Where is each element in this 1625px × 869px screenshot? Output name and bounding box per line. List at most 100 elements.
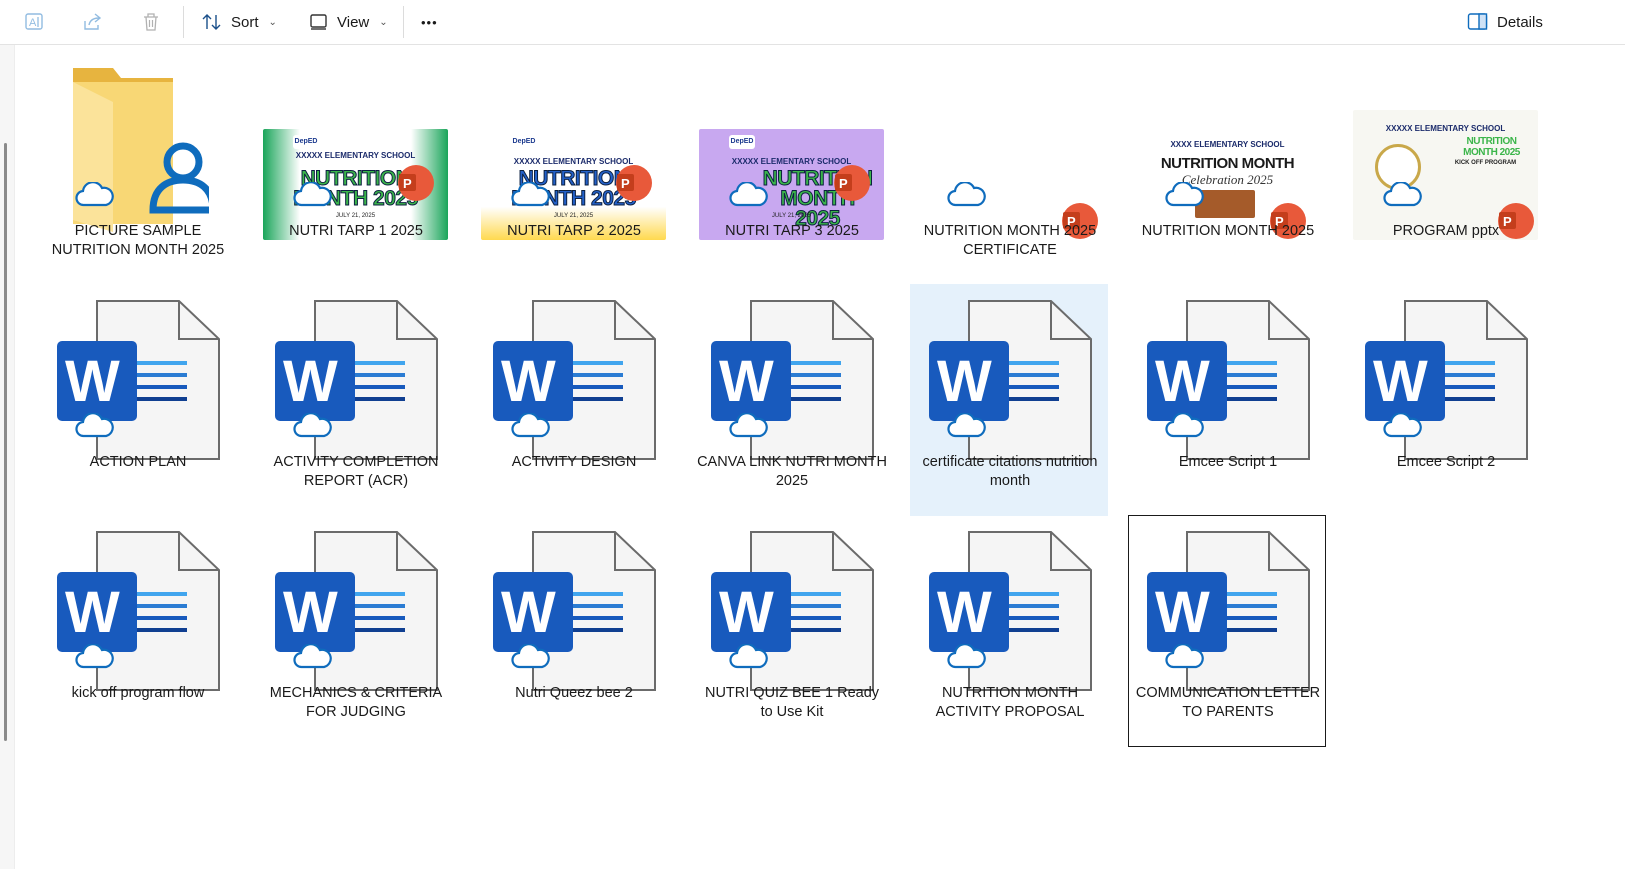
svg-text:W: W bbox=[937, 349, 992, 414]
image-thumbnail: DepED XXXXX ELEMENTARY SCHOOL NUTRITION … bbox=[475, 54, 673, 240]
rename-button[interactable]: A bbox=[24, 4, 46, 40]
sort-icon bbox=[201, 11, 223, 33]
file-item-docx[interactable]: W certificate citations nutrition month bbox=[910, 284, 1108, 516]
more-options-button[interactable]: ••• bbox=[421, 4, 438, 40]
file-name-label: NUTRI TARP 1 2025 bbox=[289, 223, 423, 239]
folder-thumbnail bbox=[39, 54, 237, 232]
file-thumbnail: W bbox=[1347, 285, 1545, 460]
file-thumbnail: W bbox=[1129, 285, 1327, 460]
svg-text:W: W bbox=[65, 580, 120, 645]
file-item-docx[interactable]: W ACTIVITY COMPLETION REPORT (ACR) bbox=[256, 284, 454, 516]
rename-icon: A bbox=[24, 11, 46, 33]
file-item-pptx[interactable]: DepED XXXXX ELEMENTARY SCHOOL NUTRITION … bbox=[474, 53, 672, 285]
thumb-title-text: NUTRITION MONTH bbox=[1160, 155, 1295, 172]
cloud-icon bbox=[293, 413, 332, 438]
thumb-school-text: XXXX ELEMENTARY SCHOOL bbox=[1170, 140, 1285, 149]
cloud-icon bbox=[1383, 182, 1422, 207]
file-item-docx[interactable]: W kick off program flow bbox=[38, 515, 236, 747]
file-item-pptx[interactable]: DepED XXXXX ELEMENTARY SCHOOL NUTRITION … bbox=[256, 53, 454, 285]
svg-text:P: P bbox=[839, 176, 848, 191]
file-item-pptx[interactable]: P NUTRITION MONTH 2025 CERTIFICATE bbox=[910, 53, 1108, 285]
file-name-label: PROGRAM pptx bbox=[1392, 223, 1500, 239]
thumb-school-text: XXXXX ELEMENTARY SCHOOL bbox=[1385, 124, 1506, 133]
file-name-label: Nutri Queez bee 2 bbox=[515, 685, 633, 701]
deped-logo: DepED bbox=[293, 135, 319, 149]
cloud-icon bbox=[75, 182, 114, 207]
file-item-docx[interactable]: W Nutri Queez bee 2 bbox=[474, 515, 672, 747]
view-label: View bbox=[337, 13, 370, 31]
cloud-icon bbox=[729, 413, 768, 438]
view-button[interactable]: View ⌄ bbox=[309, 4, 388, 40]
file-item-docx[interactable]: W Emcee Script 1 bbox=[1128, 284, 1326, 516]
word-document-icon: W bbox=[493, 300, 656, 460]
file-name-label: ACTIVITY DESIGN bbox=[511, 454, 637, 470]
cloud-icon bbox=[293, 644, 332, 669]
thumb-date-text: JULY 21, 2025 bbox=[335, 213, 376, 219]
image-thumbnail: XXXXX ELEMENTARY SCHOOL NUTRITION MONTH … bbox=[1347, 54, 1545, 240]
word-document-icon: W bbox=[711, 531, 874, 691]
file-grid: PICTURE SAMPLE NUTRITION MONTH 2025 DepE… bbox=[0, 45, 1625, 869]
file-thumbnail: W bbox=[693, 285, 891, 460]
file-name-label: NUTRITION MONTH ACTIVITY PROPOSAL bbox=[935, 685, 1085, 720]
file-name-label: COMMUNICATION LETTER TO PARENTS bbox=[1135, 685, 1321, 720]
file-thumbnail: W bbox=[257, 516, 455, 691]
file-thumbnail: W bbox=[911, 285, 1109, 460]
svg-text:W: W bbox=[1155, 349, 1210, 414]
file-item-pptx[interactable]: DepED XXXXX ELEMENTARY SCHOOL NUTRITION … bbox=[692, 53, 890, 285]
details-button[interactable]: Details bbox=[1467, 4, 1543, 40]
file-name-label: NUTRI TARP 2 2025 bbox=[507, 223, 641, 239]
thumb-date-text: JULY 21, 2025 bbox=[553, 213, 594, 219]
deped-logo: DepED bbox=[511, 135, 537, 149]
svg-text:W: W bbox=[501, 349, 556, 414]
file-name-label: ACTIVITY COMPLETION REPORT (ACR) bbox=[273, 454, 439, 489]
sort-button[interactable]: Sort ⌄ bbox=[201, 4, 277, 40]
details-pane-icon bbox=[1467, 12, 1489, 32]
cloud-icon bbox=[1165, 413, 1204, 438]
view-icon bbox=[309, 12, 329, 32]
cloud-icon bbox=[729, 644, 768, 669]
cloud-icon bbox=[293, 182, 332, 207]
cloud-icon bbox=[1165, 644, 1204, 669]
file-name-label: PICTURE SAMPLE NUTRITION MONTH 2025 bbox=[51, 223, 225, 258]
file-thumbnail: W bbox=[39, 285, 237, 460]
word-document-icon: W bbox=[929, 300, 1092, 460]
image-thumbnail: DepED XXXXX ELEMENTARY SCHOOL NUTRITION … bbox=[693, 54, 891, 240]
cloud-icon bbox=[75, 413, 114, 438]
file-item-docx[interactable]: W Emcee Script 2 bbox=[1346, 284, 1544, 516]
deped-logo: DepED bbox=[729, 135, 755, 149]
file-item-docx[interactable]: W MECHANICS & CRITERIA FOR JUDGING bbox=[256, 515, 454, 747]
file-item-docx[interactable]: W ACTION PLAN bbox=[38, 284, 236, 516]
file-item-docx[interactable]: W CANVA LINK NUTRI MONTH 2025 bbox=[692, 284, 890, 516]
share-button[interactable] bbox=[82, 4, 104, 40]
image-thumbnail: XXXX ELEMENTARY SCHOOL NUTRITION MONTH C… bbox=[1129, 54, 1327, 240]
svg-text:P: P bbox=[621, 176, 630, 191]
file-item-docx[interactable]: W ACTIVITY DESIGN bbox=[474, 284, 672, 516]
file-name-label: NUTRI QUIZ BEE 1 Ready to Use Kit bbox=[704, 685, 880, 720]
file-name-label: NUTRITION MONTH 2025 bbox=[1141, 223, 1315, 239]
trash-icon bbox=[140, 11, 162, 33]
cloud-icon bbox=[511, 413, 550, 438]
file-name-label: Emcee Script 1 bbox=[1178, 454, 1278, 470]
file-thumbnail: W bbox=[475, 516, 673, 691]
cloud-icon bbox=[1165, 182, 1204, 207]
file-item-pptx[interactable]: XXXX ELEMENTARY SCHOOL NUTRITION MONTH C… bbox=[1128, 53, 1326, 285]
word-document-icon: W bbox=[1147, 531, 1310, 691]
word-document-icon: W bbox=[275, 531, 438, 691]
toolbar-separator bbox=[183, 6, 184, 38]
file-item-docx[interactable]: W COMMUNICATION LETTER TO PARENTS bbox=[1128, 515, 1326, 747]
file-name-label: MECHANICS & CRITERIA FOR JUDGING bbox=[269, 685, 443, 720]
word-document-icon: W bbox=[57, 531, 220, 691]
thumb-date-text: JULY 21, 2025 bbox=[771, 213, 812, 219]
svg-text:W: W bbox=[1155, 580, 1210, 645]
cloud-icon bbox=[947, 413, 986, 438]
svg-text:W: W bbox=[65, 349, 120, 414]
word-document-icon: W bbox=[1147, 300, 1310, 460]
file-item-pptx[interactable]: XXXXX ELEMENTARY SCHOOL NUTRITION MONTH … bbox=[1346, 53, 1544, 285]
svg-text:P: P bbox=[403, 176, 412, 191]
delete-button[interactable] bbox=[140, 4, 162, 40]
cloud-icon bbox=[947, 644, 986, 669]
file-item-folder[interactable]: PICTURE SAMPLE NUTRITION MONTH 2025 bbox=[38, 53, 236, 285]
file-item-docx[interactable]: W NUTRITION MONTH ACTIVITY PROPOSAL bbox=[910, 515, 1108, 747]
file-item-docx[interactable]: W NUTRI QUIZ BEE 1 Ready to Use Kit bbox=[692, 515, 890, 747]
file-thumbnail: W bbox=[1129, 516, 1327, 691]
